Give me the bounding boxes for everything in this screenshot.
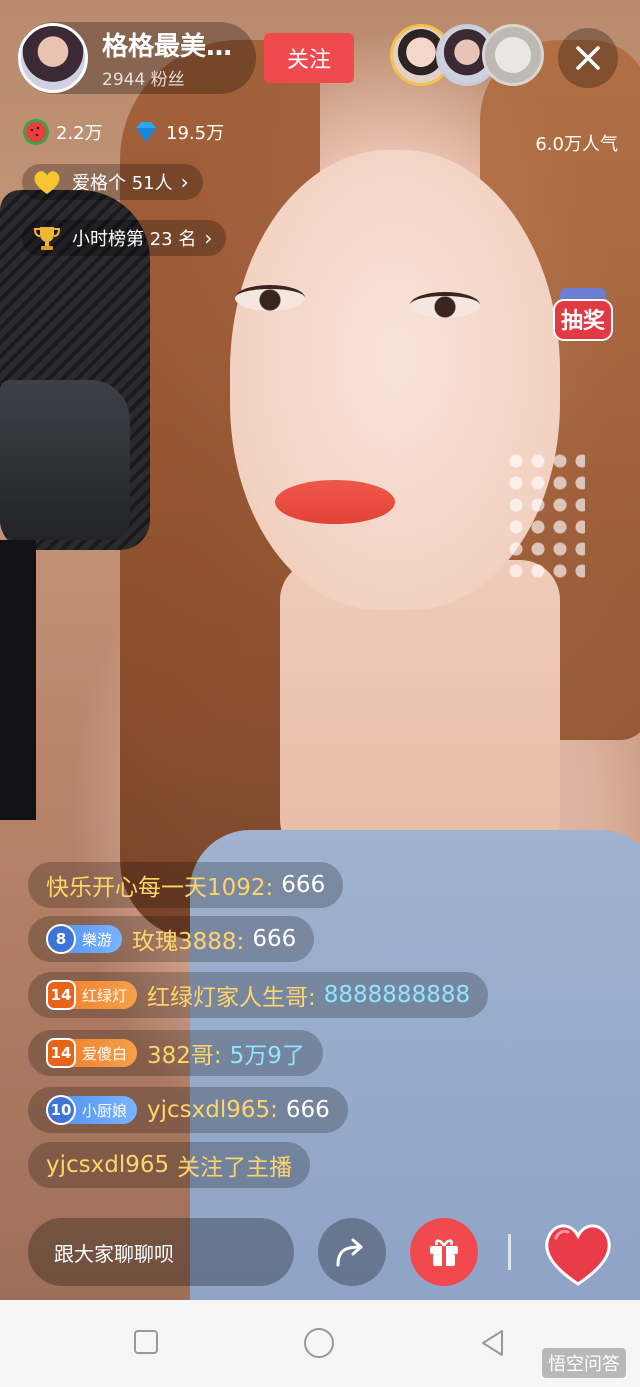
share-icon [336, 1238, 363, 1267]
host-avatar[interactable] [18, 23, 88, 93]
chat-message[interactable]: yjcsxdl965 关注了主播 [28, 1142, 311, 1188]
fan-badge: 14 爱傻白 [46, 1038, 138, 1068]
nav-back-icon[interactable] [478, 1328, 508, 1358]
gift-button[interactable] [410, 1218, 478, 1286]
badge-level: 14 [46, 980, 76, 1010]
popularity-count: 6.0万人气 [535, 134, 618, 155]
hourly-rank-text: 小时榜第 23 名 [72, 229, 197, 250]
watermelon-stat[interactable]: 2.2万 [22, 116, 103, 148]
chevron-right-icon: › [180, 170, 189, 194]
share-button[interactable] [318, 1218, 386, 1286]
video-background [275, 480, 395, 524]
chat-text: 666 [281, 872, 326, 898]
chevron-right-icon: › [204, 226, 213, 250]
heart-icon [34, 171, 60, 194]
badge-label: 樂游 [82, 930, 113, 949]
nav-circle-icon[interactable] [302, 1326, 336, 1360]
watermark: 悟空问答 [542, 1348, 626, 1378]
nav-square-icon[interactable] [132, 1328, 160, 1356]
fan-club-pill[interactable]: 爱格个 51人 › [22, 164, 203, 200]
like-heart-icon [545, 1224, 611, 1286]
microphone-image [0, 380, 130, 540]
chat-message[interactable]: 快乐开心每一天1092: 666 [28, 862, 344, 908]
badge-level: 10 [46, 1095, 76, 1125]
viewer-list[interactable] [390, 24, 544, 88]
user-level-badge: 8 樂游 [46, 924, 123, 954]
chat-message[interactable]: 14 爱傻白 382哥: 5万9了 [28, 1030, 323, 1076]
chat-input[interactable]: 跟大家聊聊呗 [28, 1218, 294, 1286]
video-background [410, 292, 480, 318]
watermelon-icon [23, 119, 49, 145]
lottery-button[interactable]: 抽奖 [550, 286, 616, 346]
lottery-label: 抽奖 [560, 309, 605, 334]
chat-message[interactable]: 14 红绿灯 红绿灯家人生哥: 8888888888 [28, 972, 489, 1018]
gift-icon [430, 1239, 458, 1266]
close-button[interactable] [558, 28, 618, 88]
chat-text: 8888888888 [323, 982, 471, 1008]
host-name: 格格最美翻... [102, 32, 252, 62]
chat-username[interactable]: 红绿灯家人生哥: [147, 978, 316, 1012]
chat-username[interactable]: 382哥: [147, 1036, 222, 1070]
chat-text: 关注了主播 [177, 1155, 293, 1181]
badge-level: 14 [46, 1038, 76, 1068]
close-icon [576, 46, 600, 70]
chat-text: 666 [252, 926, 297, 952]
watermelon-count: 2.2万 [56, 123, 103, 144]
divider [508, 1234, 511, 1270]
chat-text: 666 [285, 1097, 330, 1123]
fan-club-text: 爱格个 51人 [72, 173, 173, 194]
video-background [505, 450, 585, 580]
fan-badge: 14 红绿灯 [46, 980, 138, 1010]
chat-username[interactable]: yjcsxdl965 [46, 1152, 169, 1178]
host-info: 格格最美翻... 2944 粉丝 [102, 26, 252, 90]
microphone-image [0, 540, 36, 820]
host-fans-count: 2944 粉丝 [102, 70, 185, 90]
diamond-count: 19.5万 [166, 123, 225, 144]
trophy-icon [33, 227, 61, 250]
chat-message[interactable]: 8 樂游 玫瑰3888: 666 [28, 916, 315, 962]
badge-level: 8 [46, 924, 76, 954]
video-background [235, 285, 305, 311]
user-level-badge: 10 小厨娘 [46, 1095, 138, 1125]
host-card[interactable]: 格格最美翻... 2944 粉丝 [18, 22, 256, 94]
hourly-rank-pill[interactable]: 小时榜第 23 名 › [22, 220, 227, 256]
badge-label: 爱傻白 [82, 1044, 128, 1063]
badge-label: 小厨娘 [82, 1101, 128, 1120]
chat-message[interactable]: 10 小厨娘 yjcsxdl965: 666 [28, 1087, 348, 1133]
chat-username[interactable]: 玫瑰3888: [132, 922, 244, 956]
chat-username[interactable]: yjcsxdl965: [147, 1097, 278, 1123]
badge-label: 红绿灯 [82, 986, 128, 1005]
diamond-icon [136, 122, 156, 142]
like-button[interactable] [538, 1212, 618, 1292]
follow-button[interactable]: 关注 [264, 33, 354, 83]
chat-text: 5万9了 [229, 1043, 305, 1069]
viewer-avatar[interactable] [482, 24, 544, 86]
diamond-stat[interactable]: 19.5万 [132, 116, 224, 148]
chat-username[interactable]: 快乐开心每一天1092: [46, 868, 273, 902]
